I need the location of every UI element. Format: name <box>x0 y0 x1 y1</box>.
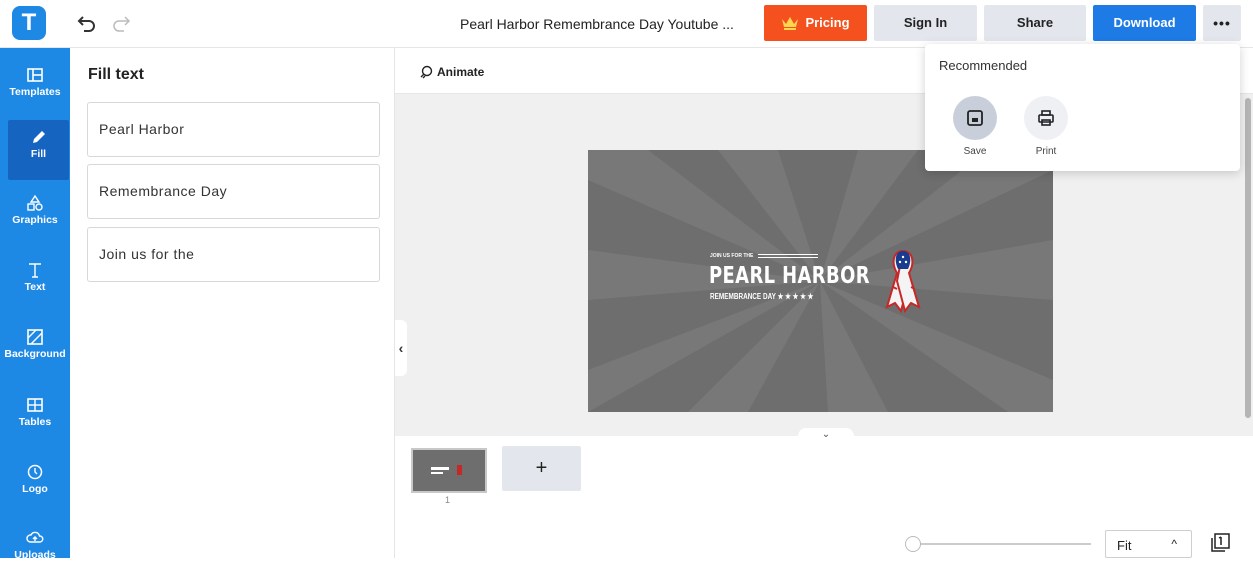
redo-icon[interactable] <box>110 12 132 34</box>
collapse-panel-button[interactable]: ‹ <box>395 320 407 376</box>
page-strip: ⌄ 1 + Fit ^ <box>395 428 1253 558</box>
sidebar-item-tables[interactable]: Tables <box>0 388 70 448</box>
table-icon <box>27 398 43 412</box>
crown-icon <box>782 17 799 30</box>
print-icon <box>1024 96 1068 140</box>
shapes-icon <box>27 194 43 211</box>
sidebar-item-text[interactable]: Text <box>0 253 70 313</box>
design-join-text: JOIN US FOR THE <box>710 253 754 259</box>
sidebar-item-label: Uploads <box>14 549 56 561</box>
download-button[interactable]: Download <box>1093 5 1196 41</box>
fill-text-panel: Fill text Pearl Harbor Remembrance Day J… <box>70 48 395 558</box>
add-page-button[interactable]: + <box>502 446 581 491</box>
sidebar-item-graphics[interactable]: Graphics <box>0 186 70 246</box>
sidebar-item-uploads[interactable]: Uploads <box>0 521 70 581</box>
sidebar: Templates Fill Graphics Text Background … <box>0 48 70 561</box>
design-subtitle-text: REMEMBRANCE DAY ★ ★ ★ ★ ★ <box>710 292 814 301</box>
sidebar-item-label: Tables <box>18 416 52 428</box>
sidebar-item-label: Logo <box>22 483 48 495</box>
canvas-scrollbar[interactable] <box>1245 98 1251 418</box>
sidebar-item-label: Background <box>4 348 66 360</box>
flag-ribbon-icon: ★★ <box>885 249 921 314</box>
document-title[interactable]: Pearl Harbor Remembrance Day Youtube ... <box>460 16 734 32</box>
animate-label: Animate <box>437 65 485 79</box>
download-dropdown: Recommended Save Print <box>925 44 1240 171</box>
design-title-text: PEARL HARBOR <box>709 263 870 289</box>
sidebar-item-label: Text <box>24 281 46 293</box>
chevron-up-icon: ^ <box>1171 537 1177 551</box>
zoom-slider-handle[interactable] <box>905 536 921 552</box>
dropdown-title: Recommended <box>939 58 1028 73</box>
top-bar: T Pearl Harbor Remembrance Day Youtube .… <box>0 0 1253 48</box>
zoom-select[interactable]: Fit ^ <box>1105 530 1192 558</box>
share-button[interactable]: Share <box>984 5 1086 41</box>
sidebar-item-label: Templates <box>9 86 61 98</box>
logo-icon <box>27 464 43 480</box>
pricing-label: Pricing <box>805 15 850 30</box>
thumbnail-preview <box>431 465 462 475</box>
upload-cloud-icon <box>26 531 44 543</box>
design-canvas[interactable]: JOIN US FOR THE PEARL HARBOR REMEMBRANCE… <box>588 150 1053 412</box>
save-label: Save <box>963 146 987 157</box>
print-option[interactable]: Print <box>1022 96 1070 157</box>
sidebar-item-label: Fill <box>30 148 47 160</box>
save-icon <box>953 96 997 140</box>
sidebar-item-templates[interactable]: Templates <box>0 58 70 118</box>
panel-title: Fill text <box>88 66 145 83</box>
sidebar-item-logo[interactable]: Logo <box>0 455 70 515</box>
sidebar-item-fill[interactable]: Fill <box>8 120 69 180</box>
animate-icon <box>420 65 433 79</box>
text-field-3[interactable]: Join us for the <box>87 227 380 282</box>
print-label: Print <box>1035 146 1057 157</box>
design-decor-lines <box>758 254 818 258</box>
templates-icon <box>27 68 43 82</box>
sign-in-button[interactable]: Sign In <box>874 5 977 41</box>
pencil-icon <box>32 131 45 143</box>
zoom-value: Fit <box>1117 538 1132 553</box>
pricing-button[interactable]: Pricing <box>764 5 867 41</box>
page-number: 1 <box>445 495 451 505</box>
animate-button[interactable]: Animate <box>419 65 484 79</box>
pages-icon[interactable] <box>1209 532 1231 554</box>
undo-icon[interactable] <box>76 12 98 34</box>
more-options-button[interactable]: ••• <box>1203 5 1241 41</box>
text-field-2[interactable]: Remembrance Day <box>87 164 380 219</box>
chevron-down-icon[interactable]: ⌄ <box>798 428 854 442</box>
zoom-slider-track[interactable] <box>915 543 1091 545</box>
text-field-1[interactable]: Pearl Harbor <box>87 102 380 157</box>
background-icon <box>27 329 43 345</box>
sidebar-item-background[interactable]: Background <box>0 320 70 380</box>
text-icon <box>29 263 41 278</box>
app-logo[interactable]: T <box>12 6 46 40</box>
sidebar-item-label: Graphics <box>12 214 58 226</box>
save-option[interactable]: Save <box>951 96 999 157</box>
page-thumbnail[interactable] <box>411 448 487 493</box>
